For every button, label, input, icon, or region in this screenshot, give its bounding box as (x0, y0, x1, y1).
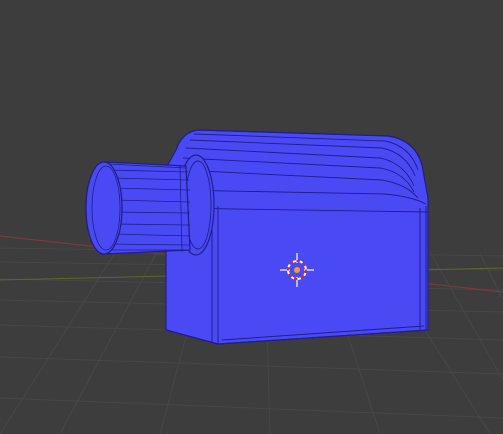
3d-viewport[interactable] (0, 0, 503, 434)
origin-dot (294, 267, 300, 273)
viewport-canvas[interactable] (0, 0, 503, 434)
mesh-cylinder-cap (85, 161, 123, 255)
